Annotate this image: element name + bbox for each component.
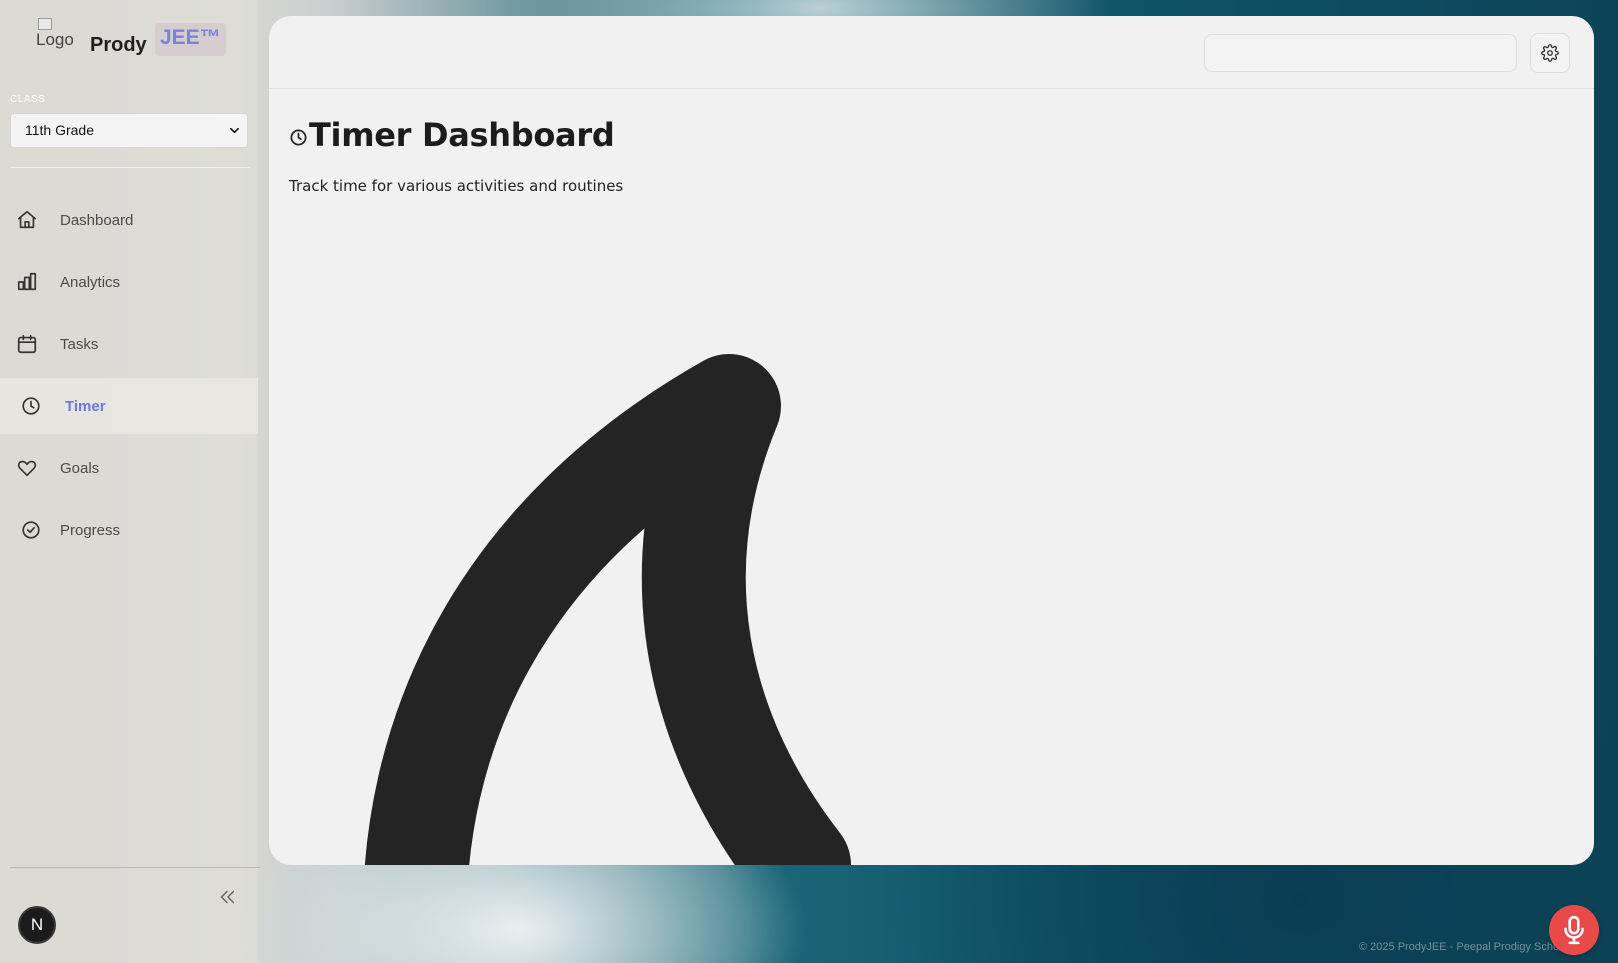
class-select-value: 11th Grade	[25, 122, 95, 138]
clock-icon	[290, 129, 307, 145]
logo-image: Logo	[36, 18, 76, 58]
logo-alt-text: Logo	[36, 30, 74, 49]
check-circle-icon	[22, 521, 40, 539]
sidebar-item-analytics[interactable]: Analytics	[0, 254, 258, 310]
sidebar-item-label: Goals	[60, 459, 100, 477]
sidebar-item-label: Dashboard	[60, 211, 134, 229]
brand-name: Prody	[90, 34, 147, 56]
sidebar-item-label: Analytics	[60, 273, 121, 291]
footer-copyright: © 2025 ProdyJEE - Peepal Prodigy School	[1359, 941, 1568, 953]
sidebar-item-goals[interactable]: Goals	[0, 440, 258, 496]
gear-icon	[1541, 44, 1559, 62]
main-panel: Timer Dashboard Track time for various a…	[269, 16, 1594, 865]
brand[interactable]: Logo Prody JEE™	[36, 18, 236, 68]
top-bar	[269, 16, 1594, 89]
user-avatar[interactable]: N	[18, 906, 56, 944]
class-label: CLASS	[10, 94, 46, 105]
avatar-initial: N	[30, 915, 44, 934]
search-input[interactable]	[1204, 34, 1517, 72]
bar-chart-icon	[17, 272, 37, 291]
home-icon	[17, 210, 37, 229]
broken-image-icon	[38, 18, 52, 30]
jee-badge: JEE™	[155, 23, 226, 56]
class-select[interactable]: 11th Grade	[10, 113, 248, 148]
voice-input-button[interactable]	[1549, 905, 1599, 955]
sidebar-item-tasks[interactable]: Tasks	[0, 316, 258, 372]
calendar-icon	[17, 334, 37, 354]
settings-button[interactable]	[1530, 33, 1570, 73]
sidebar-item-label: Progress	[60, 521, 121, 539]
page-title: Timer Dashboard	[289, 116, 615, 154]
sidebar-divider-bottom	[10, 867, 260, 868]
microphone-icon	[1564, 915, 1584, 945]
sidebar-item-label: Timer	[65, 397, 106, 415]
chevron-down-icon	[230, 127, 239, 134]
sidebar-item-dashboard[interactable]: Dashboard	[0, 192, 258, 248]
heart-icon	[17, 460, 37, 477]
clock-icon	[22, 397, 40, 415]
page-heading: Timer Dashboard	[309, 116, 615, 154]
sidebar-item-progress[interactable]: Progress	[0, 502, 258, 558]
page-subtitle: Track time for various activities and ro…	[289, 177, 624, 195]
sidebar: Logo Prody JEE™ CLASS 11th Grade Dashboa…	[0, 0, 260, 963]
sidebar-item-timer[interactable]: Timer	[0, 378, 258, 434]
sidebar-item-label: Tasks	[60, 335, 99, 353]
collapse-sidebar-icon[interactable]	[216, 886, 238, 908]
sidebar-divider	[10, 167, 250, 168]
